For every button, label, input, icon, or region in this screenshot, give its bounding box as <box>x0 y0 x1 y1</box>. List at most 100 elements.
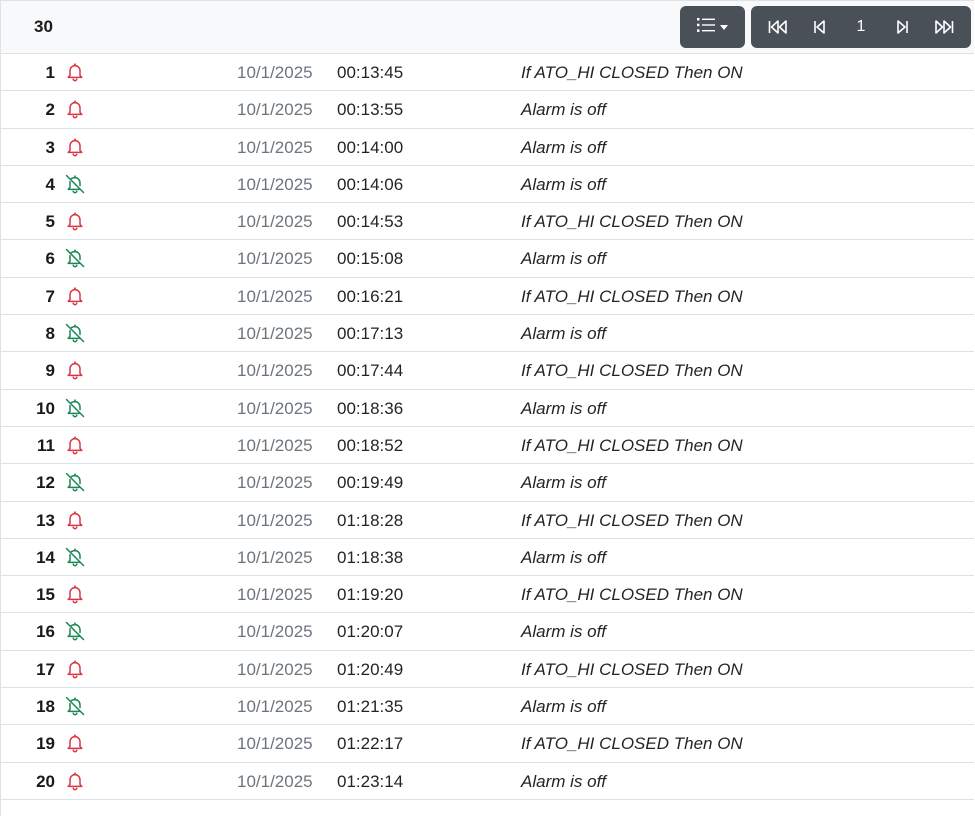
current-page[interactable]: 1 <box>842 6 880 48</box>
last-page-button[interactable] <box>925 6 963 48</box>
row-number: 12 <box>36 473 55 493</box>
row-time: 01:20:07 <box>337 622 404 642</box>
list-item[interactable]: 9 10/1/2025 00:17:44 If ATO_HI CLOSED Th… <box>1 352 974 390</box>
row-time: 01:18:38 <box>337 547 404 567</box>
bell-icon <box>65 211 87 233</box>
row-message: If ATO_HI CLOSED Then ON <box>521 63 743 82</box>
first-page-button[interactable] <box>759 6 797 48</box>
bell-icon <box>65 510 87 532</box>
row-number: 20 <box>36 771 55 791</box>
row-time: 00:17:44 <box>337 361 404 381</box>
row-message: If ATO_HI CLOSED Then ON <box>521 435 743 455</box>
bell-slash-icon <box>64 174 86 196</box>
row-number: 16 <box>36 622 55 642</box>
list-item[interactable]: 10 10/1/2025 00:18:36 Alarm is off <box>1 390 974 427</box>
row-number: 11 <box>37 435 55 455</box>
row-message: Alarm is off <box>521 174 607 194</box>
row-date: 10/1/2025 <box>237 435 313 455</box>
row-message: Alarm is off <box>521 324 607 344</box>
skip-last-icon <box>935 20 954 34</box>
row-date: 10/1/2025 <box>237 734 313 754</box>
row-time: 00:18:36 <box>337 398 404 418</box>
row-date: 10/1/2025 <box>237 212 313 232</box>
row-number: 10 <box>36 398 55 418</box>
row-number: 15 <box>36 585 55 605</box>
row-message: If ATO_HI CLOSED Then ON <box>521 734 743 754</box>
list-item[interactable]: 6 10/1/2025 00:15:08 Alarm is off <box>1 240 974 278</box>
row-message: Alarm is off <box>521 137 607 157</box>
bell-icon <box>65 99 87 121</box>
bell-icon <box>65 733 87 755</box>
list-item[interactable]: 2 10/1/2025 00:13:55 Alarm is off <box>1 91 974 129</box>
list-item[interactable]: 17 10/1/2025 01:20:49 If ATO_HI CLOSED T… <box>1 651 974 689</box>
bell-slash-icon <box>64 248 86 270</box>
row-message: Alarm is off <box>521 249 607 269</box>
list-item[interactable]: 20 10/1/2025 01:23:14 Alarm is off <box>1 763 974 800</box>
row-message: Alarm is off <box>521 697 607 717</box>
row-time: 01:23:14 <box>337 771 404 791</box>
row-message: If ATO_HI CLOSED Then ON <box>521 659 743 679</box>
bell-icon <box>65 771 87 793</box>
row-number: 13 <box>36 510 55 530</box>
list-item[interactable]: 19 10/1/2025 01:22:17 If ATO_HI CLOSED T… <box>1 725 974 763</box>
bell-icon <box>65 584 87 606</box>
list-item[interactable]: 15 10/1/2025 01:19:20 If ATO_HI CLOSED T… <box>1 576 974 614</box>
row-date: 10/1/2025 <box>237 361 313 381</box>
row-date: 10/1/2025 <box>237 585 313 605</box>
list-item[interactable]: 13 10/1/2025 01:18:28 If ATO_HI CLOSED T… <box>1 502 974 539</box>
prev-page-button[interactable] <box>800 6 838 48</box>
row-message: If ATO_HI CLOSED Then ON <box>521 212 743 232</box>
row-message: Alarm is off <box>521 398 607 418</box>
row-number: 9 <box>45 361 55 381</box>
row-time: 01:18:28 <box>337 510 404 530</box>
row-time: 00:13:55 <box>337 100 404 120</box>
row-number: 6 <box>45 249 55 269</box>
row-number: 1 <box>45 63 55 82</box>
row-number: 17 <box>36 659 55 679</box>
next-page-button[interactable] <box>884 6 922 48</box>
list-item[interactable]: 12 10/1/2025 00:19:49 Alarm is off <box>1 464 974 502</box>
skip-prev-icon <box>814 20 826 34</box>
list-icon <box>697 17 715 38</box>
list-item[interactable]: 16 10/1/2025 01:20:07 Alarm is off <box>1 613 974 651</box>
row-message: If ATO_HI CLOSED Then ON <box>521 585 743 605</box>
bell-slash-icon <box>64 323 86 345</box>
row-message: Alarm is off <box>521 547 607 567</box>
row-date: 10/1/2025 <box>237 771 313 791</box>
list-item[interactable]: 8 10/1/2025 00:17:13 Alarm is off <box>1 315 974 353</box>
row-date: 10/1/2025 <box>237 622 313 642</box>
list-item[interactable]: 14 10/1/2025 01:18:38 Alarm is off <box>1 539 974 577</box>
row-number: 7 <box>45 286 55 306</box>
row-date: 10/1/2025 <box>237 137 313 157</box>
row-time: 01:21:35 <box>337 697 404 717</box>
row-number: 5 <box>45 212 55 232</box>
bell-slash-icon <box>64 696 86 718</box>
list-item[interactable]: 4 10/1/2025 00:14:06 Alarm is off <box>1 166 974 204</box>
record-count: 30 <box>34 17 53 36</box>
row-number: 19 <box>36 734 55 754</box>
bell-slash-icon <box>64 621 86 643</box>
row-date: 10/1/2025 <box>237 659 313 679</box>
row-date: 10/1/2025 <box>237 473 313 493</box>
row-time: 01:20:49 <box>337 659 404 679</box>
list-item[interactable]: 3 10/1/2025 00:14:00 Alarm is off <box>1 129 974 166</box>
row-date: 10/1/2025 <box>237 249 313 269</box>
row-message: Alarm is off <box>521 100 607 120</box>
skip-next-icon <box>896 20 908 34</box>
list-item[interactable]: 11 10/1/2025 00:18:52 If ATO_HI CLOSED T… <box>1 427 974 465</box>
log-header: 30 1 <box>1 1 974 54</box>
row-time: 00:17:13 <box>337 324 404 344</box>
list-item[interactable]: 7 10/1/2025 00:16:21 If ATO_HI CLOSED Th… <box>1 278 974 316</box>
bell-slash-icon <box>64 472 86 494</box>
list-menu-button[interactable] <box>680 6 745 48</box>
row-time: 00:14:53 <box>337 212 404 232</box>
row-time: 00:14:00 <box>337 137 404 157</box>
row-number: 18 <box>36 697 55 717</box>
row-number: 2 <box>45 100 55 120</box>
row-date: 10/1/2025 <box>237 286 313 306</box>
row-time: 01:19:20 <box>337 585 404 605</box>
row-message: If ATO_HI CLOSED Then ON <box>521 286 743 306</box>
list-item[interactable]: 1 10/1/2025 00:13:45 If ATO_HI CLOSED Th… <box>1 54 974 92</box>
list-item[interactable]: 18 10/1/2025 01:21:35 Alarm is off <box>1 688 974 726</box>
list-item[interactable]: 5 10/1/2025 00:14:53 If ATO_HI CLOSED Th… <box>1 203 974 241</box>
